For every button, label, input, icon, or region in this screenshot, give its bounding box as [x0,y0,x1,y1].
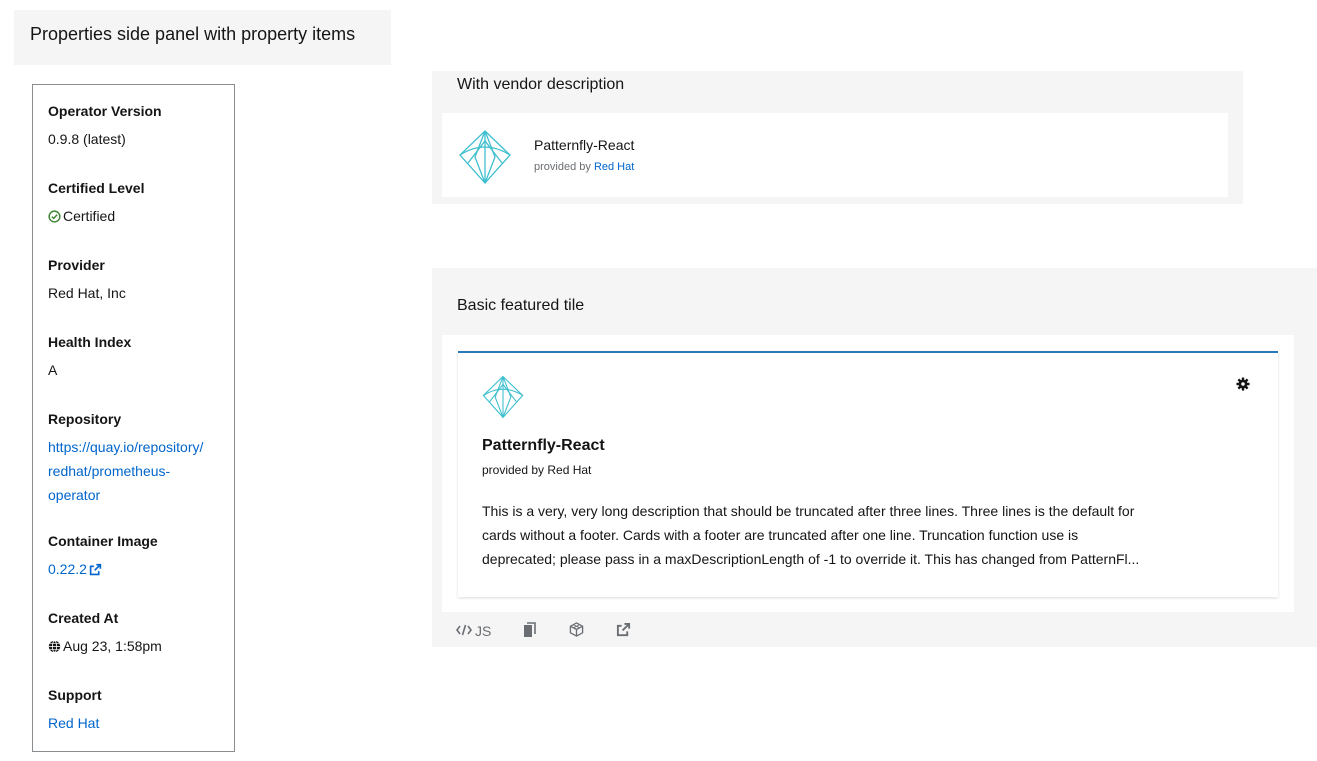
vendor-tile[interactable]: Patternfly-React provided by Red Hat [442,113,1228,197]
code-icon [456,623,472,639]
property-provider: Provider Red Hat, Inc [48,255,233,305]
property-health-index: Health Index A [48,332,233,382]
property-value: Aug 23, 1:58pm [63,638,162,654]
property-value: A [48,362,58,378]
property-value: 0.9.8 (latest) [48,131,126,147]
featured-tile[interactable]: Patternfly-React provided by Red Hat Thi… [458,351,1278,597]
property-repository: Repository https://quay.io/repository/ r… [48,409,233,507]
vendor-description-section: With vendor description Patternfly-React… [432,71,1243,204]
property-label: Support [48,687,102,703]
tile-description: This is a very, very long description th… [482,499,1272,571]
patternfly-logo-icon [480,375,526,424]
property-label: Health Index [48,334,132,350]
tile-vendor: provided by Red Hat [482,463,592,477]
repository-link-line[interactable]: https://quay.io/repository/ [48,439,203,455]
repository-link-line[interactable]: redhat/prometheus- [48,463,170,479]
patternfly-logo-icon [456,129,514,190]
tile-title: Patternfly-React [534,137,635,153]
codesandbox-icon [569,622,584,640]
check-circle-icon [48,206,61,230]
property-value-row: Red Hat [48,711,233,735]
example-toolbar: JS [456,620,663,642]
property-label: Certified Level [48,180,145,196]
codesandbox-button[interactable] [569,622,584,640]
repository-link-line[interactable]: operator [48,487,100,503]
property-label: Operator Version [48,103,162,119]
external-link-icon [616,622,631,640]
featured-tile-section: Basic featured tile Patternfly-React pro… [432,268,1317,647]
left-panel-header: Properties side panel with property item… [14,10,391,65]
open-new-window-button[interactable] [616,622,631,640]
container-image-value[interactable]: 0.22.2 [48,561,87,577]
tile-title: Patternfly-React [482,437,605,454]
gear-icon[interactable] [1236,377,1250,396]
description-line: deprecated; please pass in a maxDescript… [482,551,1140,567]
property-operator-version: Operator Version 0.9.8 (latest) [48,101,233,151]
copy-icon [523,621,537,641]
property-label: Provider [48,257,105,273]
vendor-link[interactable]: Red Hat [594,161,634,173]
example-container: Patternfly-React provided by Red Hat Thi… [442,335,1294,612]
property-value: Certified [63,208,116,224]
property-label: Repository [48,411,122,427]
property-value: Red Hat, Inc [48,285,126,301]
provided-by-text: provided by [534,161,594,173]
tile-vendor: provided by Red Hat [534,161,634,173]
toggle-js-code-button[interactable]: JS [456,623,491,639]
property-container-image: Container Image 0.22.2 [48,531,233,583]
property-label: Container Image [48,533,158,549]
property-certified-level: Certified Level Certified [48,178,233,230]
copy-button[interactable] [523,621,537,641]
container-image-link[interactable]: 0.22.2 [48,557,233,583]
property-value-row: Aug 23, 1:58pm [48,634,233,660]
js-label: JS [475,623,492,639]
description-line: cards without a footer. Cards with a foo… [482,527,1079,543]
section-title: With vendor description [457,76,625,93]
external-link-icon[interactable] [89,559,102,583]
left-panel-title: Properties side panel with property item… [30,24,356,44]
support-link[interactable]: Red Hat [48,715,99,731]
properties-side-panel: Operator Version 0.9.8 (latest) Certifie… [32,84,235,752]
section-title: Basic featured tile [457,297,585,314]
description-line: This is a very, very long description th… [482,503,1135,519]
globe-icon [48,636,61,660]
repository-link[interactable]: https://quay.io/repository/ redhat/prome… [48,435,233,507]
property-created-at: Created At Aug 23, 1:58pm [48,608,233,660]
property-support: Support Red Hat [48,685,233,735]
property-label: Created At [48,610,119,626]
property-value-row: Certified [48,204,233,230]
